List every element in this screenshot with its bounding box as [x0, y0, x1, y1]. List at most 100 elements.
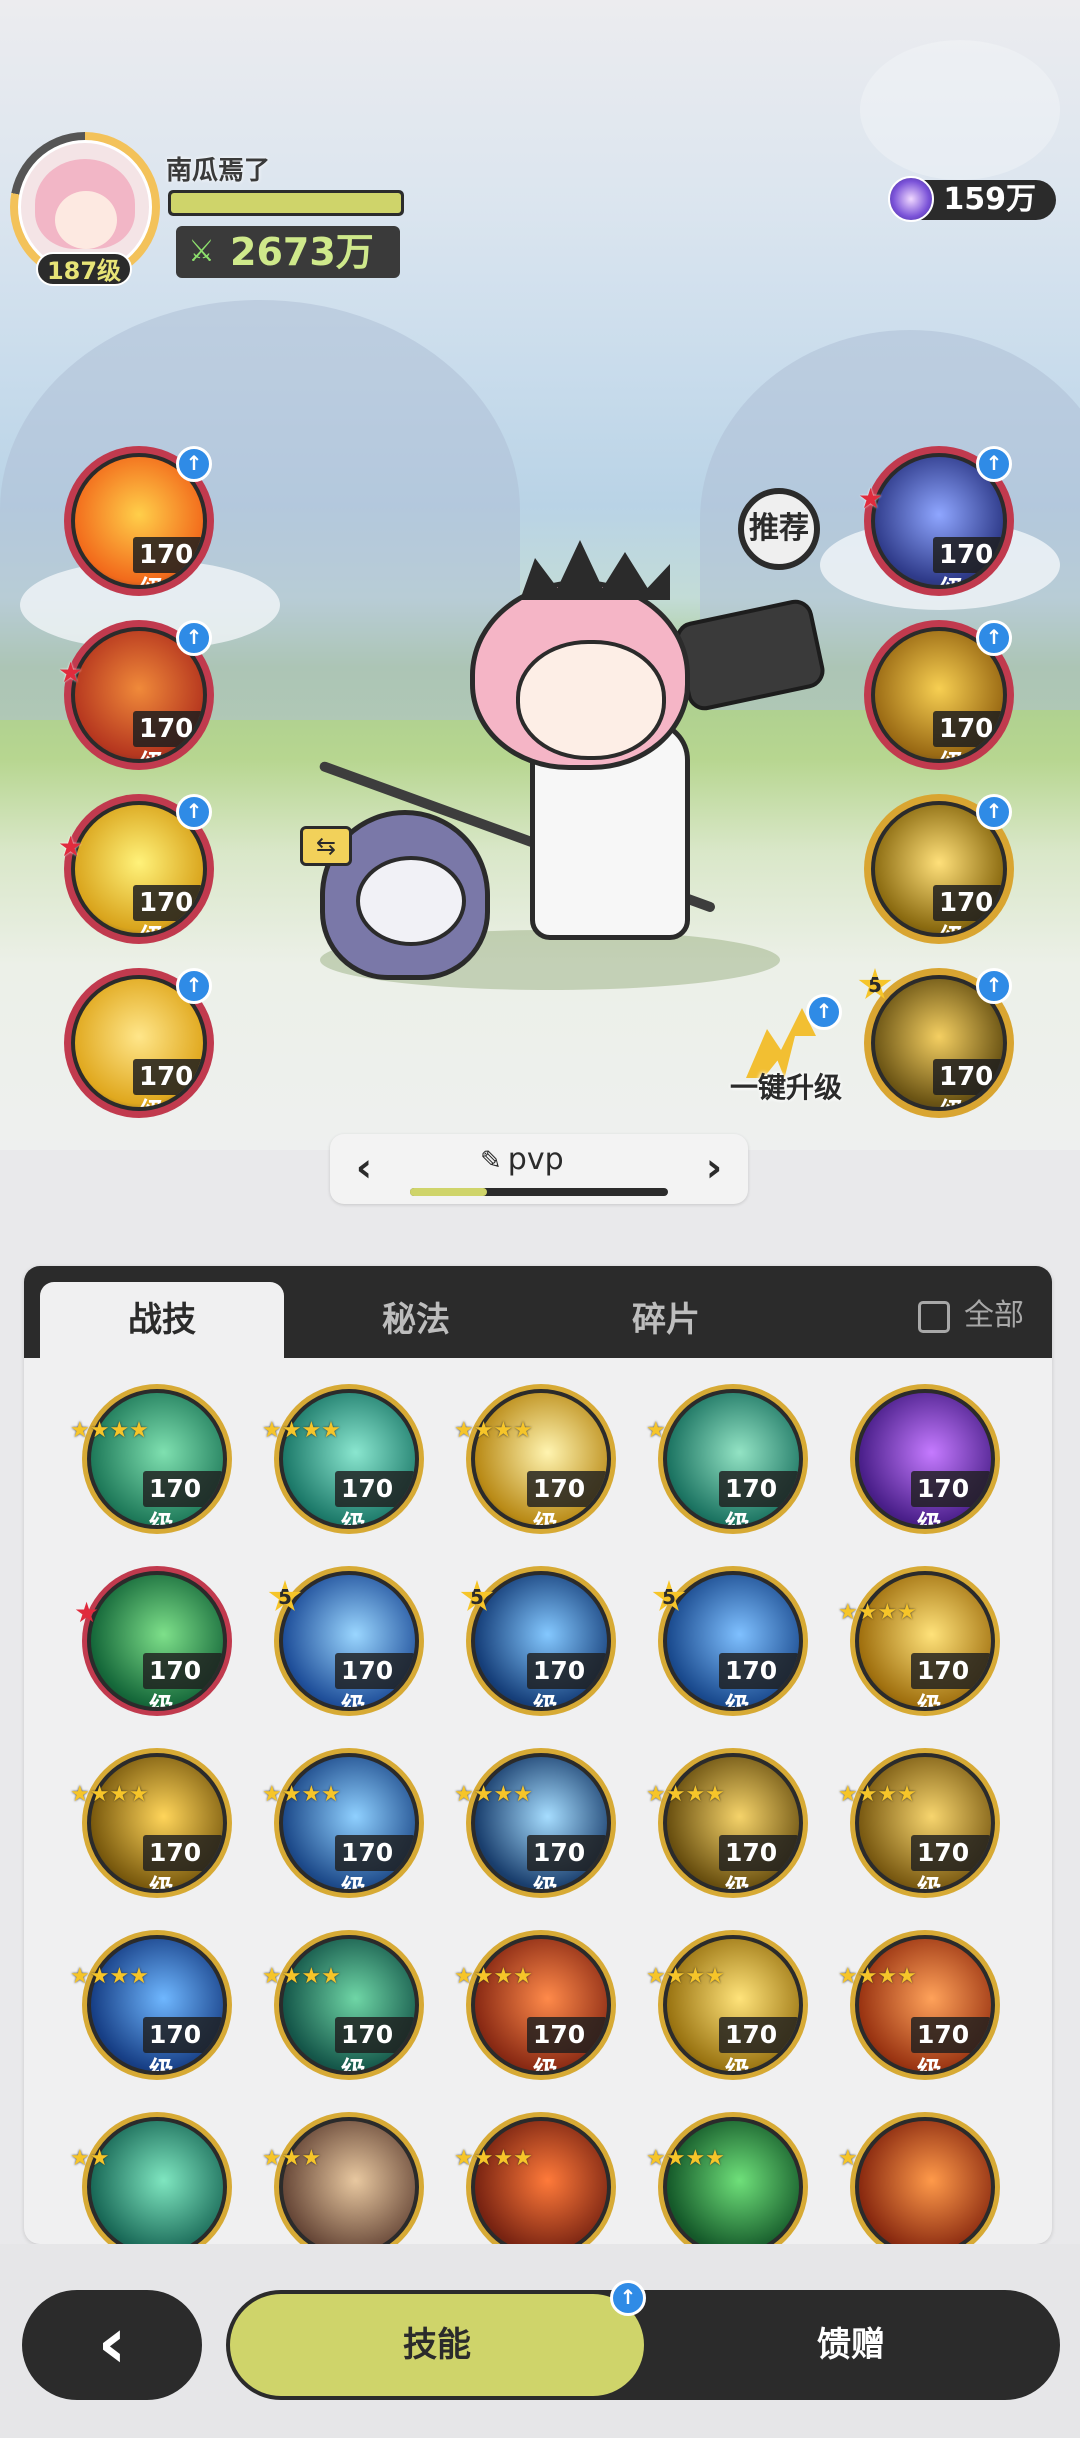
- skill-card[interactable]: 170级 5: [460, 1566, 616, 1716]
- skill-level: 170级: [911, 1835, 991, 1889]
- skill-card[interactable]: 170级 ★★★★: [70, 1930, 232, 2080]
- skill-level: 170级: [143, 2017, 223, 2071]
- preset-selector: ‹ ✎ pvp ›: [330, 1134, 748, 1204]
- back-arrow-icon: ‹: [97, 2302, 127, 2384]
- skill-level: 170级: [911, 1471, 991, 1525]
- star-rating: ★★★★: [454, 2148, 533, 2170]
- upgrade-arrow-icon: ↑: [176, 794, 212, 830]
- star-rating: ★★★★: [454, 1784, 533, 1806]
- edit-pen-icon: ✎: [480, 1146, 502, 1176]
- skill-card[interactable]: 170级 ★★★★: [838, 1748, 1000, 1898]
- skill-card[interactable]: 170级 ★★★★: [262, 1930, 424, 2080]
- skill-card[interactable]: 170级 ★★★★: [454, 1930, 616, 2080]
- upgrade-arrow-icon: ↑: [176, 620, 212, 656]
- one-key-upgrade-button[interactable]: ↑ 一键升级: [716, 994, 856, 1110]
- skill-level: 170级: [133, 885, 203, 933]
- right-skill-slot[interactable]: 170级↑5: [858, 968, 1014, 1118]
- skill-card[interactable]: 170级 ★★★★: [70, 1748, 232, 1898]
- star-rating: ★★★★: [454, 1420, 533, 1442]
- player-name: 南瓜焉了: [166, 156, 271, 186]
- skill-card[interactable]: 170级 ★★★★: [454, 1384, 616, 1534]
- skill-level: 170级: [527, 1471, 607, 1525]
- star-rating: ★★★★: [838, 1966, 917, 1988]
- upgrade-arrow-icon: ↑: [976, 794, 1012, 830]
- star-rating: ★★★: [262, 2148, 321, 2170]
- skill-card[interactable]: 170级 5: [268, 1566, 424, 1716]
- skill-level: 170级: [933, 537, 1003, 585]
- skill-level: 170级: [719, 1835, 799, 1889]
- upgrade-arrow-icon: ↑: [976, 968, 1012, 1004]
- show-all-toggle[interactable]: 全部: [918, 1296, 1024, 1336]
- skill-card[interactable]: 170级 ★: [74, 1566, 232, 1716]
- skill-card[interactable]: ★: [838, 2112, 1000, 2244]
- star-rating: ★★: [70, 2146, 110, 2171]
- checkbox-icon: [918, 1300, 950, 1333]
- skill-card[interactable]: 170级 ★★★★: [70, 1384, 232, 1534]
- red-star-icon: ★: [58, 656, 84, 689]
- player-exp-bar: [168, 190, 404, 216]
- currency-display[interactable]: 159万: [888, 176, 1056, 222]
- skill-level: 170级: [527, 1653, 607, 1707]
- gem-icon: [888, 176, 934, 222]
- skill-card[interactable]: 170级 ★★★★: [262, 1384, 424, 1534]
- skill-card[interactable]: 170级 ★★★★: [646, 1930, 808, 2080]
- skill-card[interactable]: ★★★★: [454, 2112, 616, 2244]
- skill-card[interactable]: 170级: [850, 1384, 1000, 1534]
- skill-card[interactable]: 170级 5: [652, 1566, 808, 1716]
- avatar-face: [55, 191, 117, 249]
- swap-pet-icon[interactable]: ⇆: [300, 826, 352, 866]
- left-skill-slot[interactable]: 170级 ↑: [64, 968, 214, 1118]
- skill-level: 170级: [335, 1653, 415, 1707]
- combat-power: ⚔ 2673万: [176, 226, 400, 278]
- skill-card[interactable]: ★★: [70, 2112, 232, 2244]
- skills-panel: 战技 秘法 碎片 全部 170级★★★★170级★★★★170级★★★★170级…: [24, 1266, 1052, 2244]
- skill-icon: 170级: [87, 1935, 227, 2075]
- skill-card[interactable]: ★★★: [262, 2112, 424, 2244]
- skill-icon: [279, 2117, 419, 2244]
- tab-secret-arts[interactable]: 秘法: [294, 1282, 538, 1358]
- recommend-button[interactable]: 推荐: [738, 488, 820, 570]
- skill-card[interactable]: 170级 ★★★★: [838, 1930, 1000, 2080]
- back-button[interactable]: ‹: [22, 2290, 202, 2400]
- upgrade-arrow-icon: ↑: [976, 620, 1012, 656]
- skill-card[interactable]: 170级 ★★★★: [838, 1566, 1000, 1716]
- skill-icon: 170级: [87, 1753, 227, 1893]
- skill-level: 170级: [133, 711, 203, 759]
- skill-icon: 170级: [855, 1389, 995, 1529]
- right-skill-slot[interactable]: 170级 ↑ ★: [858, 446, 1014, 596]
- preset-name[interactable]: ✎ pvp: [480, 1142, 600, 1177]
- crossed-swords-icon: ⚔: [188, 234, 215, 269]
- skill-level: 170级: [911, 1653, 991, 1707]
- skill-icon: [87, 2117, 227, 2244]
- skill-level: 170级: [527, 2017, 607, 2071]
- skill-level: 170级: [143, 1653, 223, 1707]
- left-skill-slot[interactable]: 170级 ↑ ★: [58, 620, 214, 770]
- game-screen: 187级 南瓜焉了 ⚔ 2673万 159万 ⇆ 170级↑170级↑★170级…: [0, 0, 1080, 2438]
- skill-card[interactable]: 170级 ★★★★: [262, 1748, 424, 1898]
- tab-skills[interactable]: 技能: [230, 2294, 644, 2396]
- left-skill-slot[interactable]: 170级 ↑: [64, 446, 214, 596]
- prev-preset-icon[interactable]: ‹: [344, 1146, 384, 1190]
- skill-icon: 170级: [471, 1753, 611, 1893]
- upgrade-arrow-icon: ↑: [976, 446, 1012, 482]
- tab-fragments[interactable]: 碎片: [544, 1282, 788, 1358]
- skill-card[interactable]: ★★★★: [646, 2112, 808, 2244]
- left-skill-slot[interactable]: 170级 ↑ ★: [58, 794, 214, 944]
- skill-level: 170级: [719, 2017, 799, 2071]
- skill-level: 170级: [933, 885, 1003, 933]
- skill-icon: 170级: [279, 1753, 419, 1893]
- character-face: [516, 640, 666, 760]
- tab-combat-skills[interactable]: 战技: [40, 1282, 284, 1358]
- right-skill-slot[interactable]: 170级 ↑: [864, 620, 1014, 770]
- one-key-upgrade-label: 一键升级: [729, 1071, 842, 1104]
- skill-card[interactable]: 170级 ★★★★: [454, 1748, 616, 1898]
- skill-card[interactable]: 170级 ★: [646, 1384, 808, 1534]
- tab-gifts[interactable]: 馈赠: [656, 2294, 1046, 2396]
- skill-icon: 170级: [279, 1935, 419, 2075]
- preset-progress-fill: [410, 1188, 488, 1196]
- next-preset-icon[interactable]: ›: [694, 1146, 734, 1190]
- right-skill-slot[interactable]: 170级 ↑: [864, 794, 1014, 944]
- skill-card[interactable]: 170级 ★★★★: [646, 1748, 808, 1898]
- skill-level: 170级: [143, 1835, 223, 1889]
- star-rating: ★: [838, 2146, 858, 2171]
